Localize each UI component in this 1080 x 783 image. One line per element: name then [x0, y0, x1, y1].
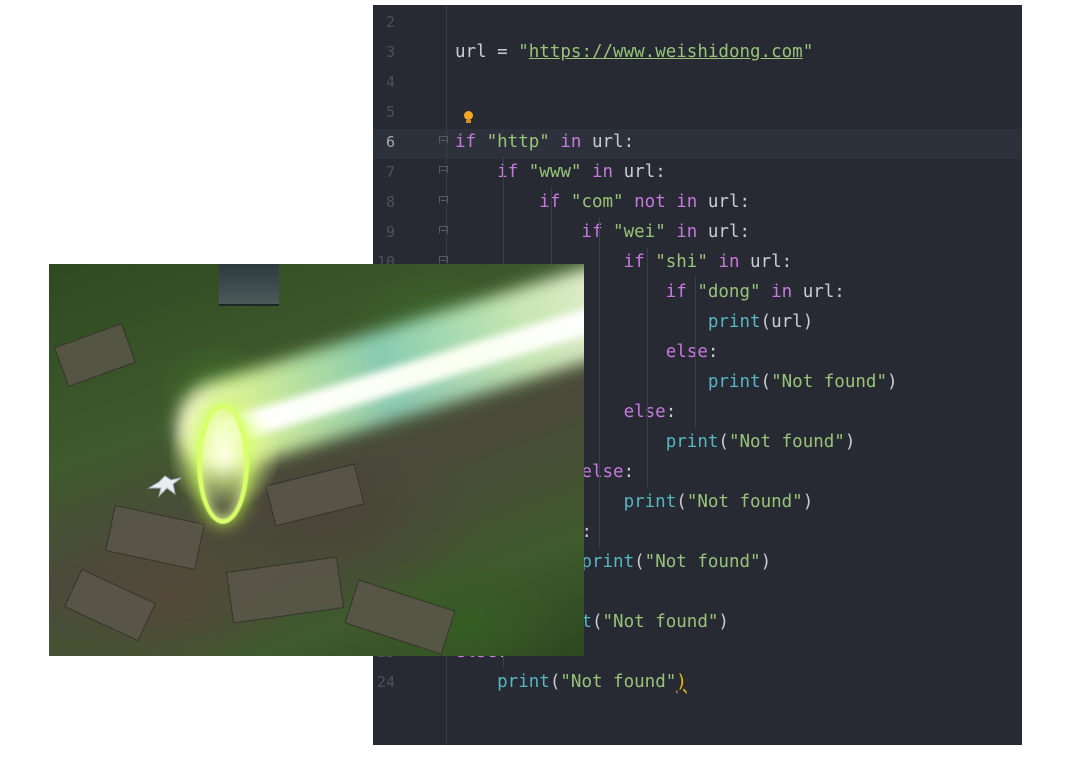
code-text: if "http" in url: [455, 127, 634, 157]
code-line[interactable]: 2 [373, 7, 1022, 37]
code-token: "www" [528, 162, 582, 182]
code-text: url = "https://www.weishidong.com" [455, 37, 813, 67]
code-token: if [455, 162, 529, 182]
code-token: (url) [760, 312, 814, 332]
code-token: "Not found" [602, 612, 719, 632]
code-token: "Not found" [771, 372, 887, 392]
code-token: "Not found" [686, 492, 803, 512]
code-token: url: [623, 162, 666, 182]
code-token: not in [623, 192, 708, 212]
fold-marker-icon[interactable] [439, 166, 448, 177]
floor-stone [53, 322, 137, 388]
code-token: ( [676, 492, 687, 512]
indent-guide [647, 247, 648, 487]
code-text: if "www" in url: [455, 157, 666, 187]
code-line[interactable]: 8 if "com" not in url: [373, 187, 1022, 217]
code-token: ( [549, 672, 561, 692]
lightbulb-icon[interactable] [464, 111, 473, 123]
line-number: 8 [385, 193, 395, 211]
code-token: url: [750, 252, 793, 272]
code-token: ) [760, 552, 772, 572]
code-token: : [707, 342, 719, 362]
code-token: "wei" [613, 222, 666, 242]
energy-ring [197, 404, 249, 524]
floor-stone [63, 568, 157, 642]
fold-marker-icon[interactable] [439, 196, 448, 207]
code-token: " [518, 42, 529, 62]
code-token: ) [802, 492, 814, 512]
code-token: ) [844, 432, 856, 452]
floor-stone [265, 463, 365, 527]
code-token: ) [718, 612, 729, 632]
code-token: : [665, 402, 677, 422]
code-token: url: [707, 192, 751, 212]
code-token: if [455, 222, 614, 242]
code-token: in [549, 132, 592, 152]
line-number: 24 [376, 673, 395, 691]
code-token: if [455, 132, 487, 152]
code-line[interactable]: 24 print("Not found") [373, 667, 1022, 697]
code-line[interactable]: 3 url = "https://www.weishidong.com" [373, 37, 1022, 67]
code-token: if [455, 192, 571, 212]
code-token: ( [634, 552, 645, 572]
code-token: ) [676, 672, 687, 692]
code-token: url: [591, 132, 635, 152]
code-line[interactable]: 4 [373, 67, 1022, 97]
line-number: 4 [385, 73, 395, 91]
line-number: 3 [385, 43, 395, 61]
code-token: " [802, 42, 814, 62]
line-number: 9 [385, 223, 395, 241]
code-token: url: [707, 222, 751, 242]
code-token: in [707, 252, 751, 272]
indent-guide [599, 217, 600, 547]
code-token: ) [887, 372, 898, 392]
code-token: "dong" [697, 282, 761, 302]
code-token: "Not found" [728, 432, 845, 452]
line-number: 6 [385, 133, 395, 151]
floor-stone [225, 556, 345, 624]
code-token: ( [760, 372, 772, 392]
code-text: if "com" not in url: [455, 187, 750, 217]
stone-pillar [219, 264, 279, 306]
code-token: "http" [486, 132, 550, 152]
champion-figure [147, 475, 182, 498]
fold-marker-icon[interactable] [439, 226, 448, 237]
code-token: in [665, 222, 708, 242]
code-text: if "wei" in url: [455, 217, 750, 247]
code-token: "Not found" [560, 672, 677, 692]
floor-stone [344, 579, 456, 655]
code-token: https://www.weishidong.com [528, 42, 803, 62]
fold-marker-icon[interactable] [439, 136, 448, 147]
code-line[interactable]: 6 if "http" in url: [373, 127, 1022, 157]
code-line[interactable]: 7 if "www" in url: [373, 157, 1022, 187]
code-token: url: [802, 282, 845, 302]
code-token: "shi" [655, 252, 708, 272]
line-number: 2 [385, 13, 395, 31]
code-token: ( [718, 432, 729, 452]
game-screenshot [49, 264, 584, 656]
code-token: print [455, 672, 550, 692]
indent-guide [695, 277, 696, 427]
code-token: "com" [570, 192, 624, 212]
code-token: in [581, 162, 624, 182]
code-token: url = [455, 42, 519, 62]
code-line[interactable]: 9 if "wei" in url: [373, 217, 1022, 247]
floor-stone [105, 504, 205, 571]
code-token: in [760, 282, 803, 302]
code-text: print("Not found") [455, 667, 687, 697]
code-token: "Not found" [644, 552, 761, 572]
code-token: : [623, 462, 635, 482]
line-number: 7 [385, 163, 395, 181]
line-number: 5 [385, 103, 395, 121]
code-token: ( [591, 612, 603, 632]
